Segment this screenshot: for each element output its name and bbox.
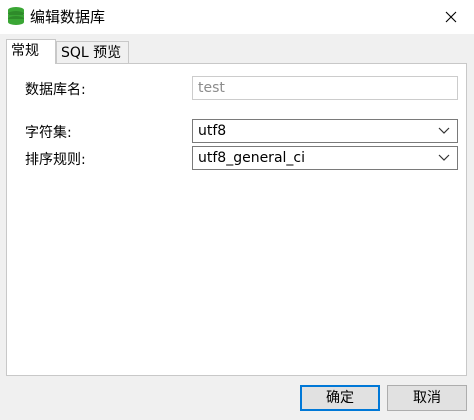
charset-value: utf8 [198,123,227,139]
database-icon [8,7,24,25]
chevron-down-icon [438,127,450,134]
collation-label: 排序规则: [25,152,86,168]
cancel-button[interactable]: 取消 [387,385,467,411]
db-name-value: test [198,80,225,96]
charset-label: 字符集: [25,125,72,141]
collation-value: utf8_general_ci [198,150,305,166]
close-button[interactable] [428,0,474,34]
db-name-label: 数据库名: [25,82,86,98]
tab-sql-preview[interactable]: SQL 预览 [56,41,129,64]
title-bar: 编辑数据库 [0,0,474,34]
general-panel: 数据库名: test 字符集: utf8 排序规则: utf8_general_… [6,63,467,376]
charset-select[interactable]: utf8 [192,119,458,143]
tab-general[interactable]: 常规 [6,39,56,64]
close-icon [445,11,457,23]
chevron-down-icon [438,154,450,161]
collation-select[interactable]: utf8_general_ci [192,146,458,170]
db-name-field: test [192,76,458,100]
window-title: 编辑数据库 [30,8,106,26]
ok-button[interactable]: 确定 [300,385,380,411]
